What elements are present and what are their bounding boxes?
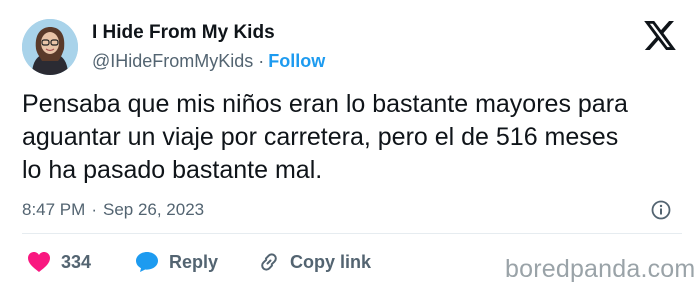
tweet-card: I Hide From My Kids @IHideFromMyKids · Fol… <box>0 0 700 288</box>
info-icon[interactable] <box>651 200 671 220</box>
handle-row: @IHideFromMyKids · Follow <box>92 51 325 72</box>
tweet-timestamp[interactable]: 8:47 PM · Sep 26, 2023 <box>22 200 204 220</box>
follow-button[interactable]: Follow <box>268 51 325 71</box>
avatar-image <box>22 19 78 75</box>
handle-separator: · <box>258 51 265 71</box>
reply-bubble-icon <box>136 252 158 272</box>
divider <box>22 233 682 234</box>
link-icon <box>261 253 277 271</box>
copy-link-label: Copy link <box>290 251 372 272</box>
reply-label: Reply <box>169 251 219 272</box>
like-button[interactable]: 334 <box>27 251 91 273</box>
tweet-text: Pensaba que mis niños eran lo bastante m… <box>22 90 628 184</box>
watermark: boredpanda.com <box>505 255 696 283</box>
like-count: 334 <box>61 251 92 272</box>
copy-link-button[interactable]: Copy link <box>258 251 371 273</box>
author-name[interactable]: I Hide From My Kids <box>92 22 275 44</box>
reply-button[interactable]: Reply <box>135 251 218 273</box>
heart-icon <box>28 252 50 272</box>
author-handle[interactable]: @IHideFromMyKids <box>92 51 253 71</box>
x-logo-icon[interactable] <box>644 21 676 50</box>
tweet-time: 8:47 PM <box>22 200 86 219</box>
avatar[interactable] <box>22 19 78 75</box>
tweet-date: Sep 26, 2023 <box>102 200 205 219</box>
timestamp-separator: · <box>91 200 97 219</box>
